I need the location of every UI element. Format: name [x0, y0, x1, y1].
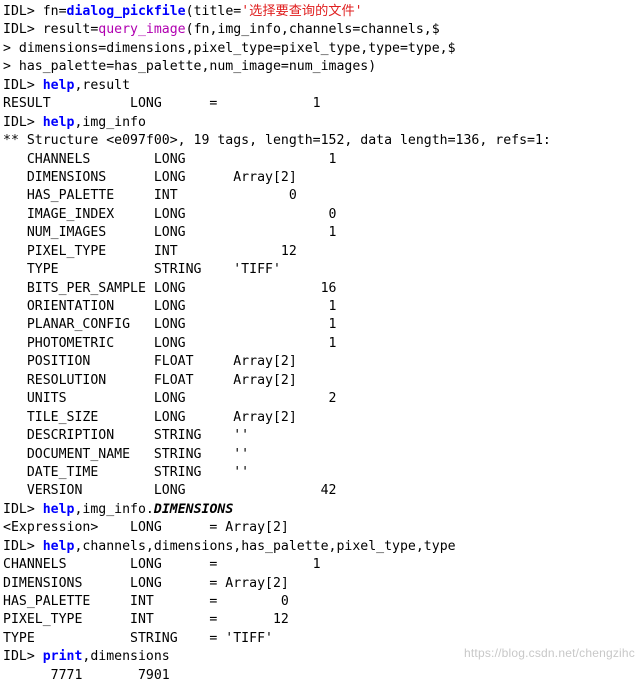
console-text-segment: VERSION LONG 42	[3, 483, 337, 499]
console-text-segment: UNITS LONG 2	[3, 391, 337, 407]
console-text-segment: TYPE STRING 'TIFF'	[3, 262, 281, 278]
console-line: ORIENTATION LONG 1	[0, 298, 641, 316]
console-text-segment: > has_palette=has_palette,num_image=num_…	[3, 59, 377, 75]
console-text-segment: PIXEL_TYPE INT = 12	[3, 612, 289, 628]
console-line: RESOLUTION FLOAT Array[2]	[0, 372, 641, 390]
console-text-segment: NUM_IMAGES LONG 1	[3, 225, 337, 241]
console-line: DIMENSIONS LONG = Array[2]	[0, 575, 641, 593]
console-text-segment: DIMENSIONS	[153, 501, 234, 517]
console-line: DIMENSIONS LONG Array[2]	[0, 169, 641, 187]
console-text-segment: POSITION FLOAT Array[2]	[3, 354, 297, 370]
console-text-segment: IDL>	[3, 4, 43, 19]
console-text-segment: DIMENSIONS LONG Array[2]	[3, 169, 297, 185]
console-text-segment: IDL>	[3, 538, 43, 554]
console-line: HAS_PALETTE INT 0	[0, 187, 641, 205]
console-text-segment: ,result	[74, 77, 131, 93]
console-text-segment: DESCRIPTION STRING ''	[3, 428, 250, 444]
console-text-segment: IDL>	[3, 501, 43, 517]
console-line: POSITION FLOAT Array[2]	[0, 353, 641, 371]
idl-console-output[interactable]: IDL> fn=dialog_pickfile(title='选择要查询的文件'…	[0, 0, 641, 682]
console-text-segment: IDL>	[3, 114, 43, 130]
console-text-segment: 7771 7901	[3, 667, 170, 682]
console-line: > has_palette=has_palette,num_image=num_…	[0, 58, 641, 76]
console-line: TILE_SIZE LONG Array[2]	[0, 409, 641, 427]
console-text-segment: help	[42, 114, 75, 130]
console-text-segment: HAS_PALETTE INT 0	[3, 188, 297, 204]
console-text-segment: BITS_PER_SAMPLE LONG 16	[3, 280, 337, 296]
console-line: ** Structure <e097f00>, 19 tags, length=…	[0, 132, 641, 150]
console-line: VERSION LONG 42	[0, 482, 641, 500]
console-text-segment: ,channels,dimensions,has_palette,pixel_t…	[74, 538, 456, 554]
console-line: PIXEL_TYPE INT = 12	[0, 611, 641, 629]
console-text-segment: > dimensions=dimensions,pixel_type=pixel…	[3, 40, 456, 56]
console-text-segment: query_image	[98, 22, 186, 38]
console-text-segment: result=	[42, 22, 99, 38]
console-text-segment: HAS_PALETTE INT = 0	[3, 594, 289, 609]
console-text-segment: help	[42, 501, 75, 517]
console-line: CHANNELS LONG 1	[0, 151, 641, 169]
console-text-segment: ,dimensions	[82, 649, 170, 665]
console-text-segment: DATE_TIME STRING ''	[3, 464, 250, 480]
console-text-segment: RESOLUTION FLOAT Array[2]	[3, 372, 297, 388]
console-line: TYPE STRING 'TIFF'	[0, 261, 641, 279]
console-text-segment: help	[42, 538, 75, 554]
console-line: DESCRIPTION STRING ''	[0, 427, 641, 445]
console-text-segment: IDL>	[3, 22, 43, 38]
console-line: BITS_PER_SAMPLE LONG 16	[0, 280, 641, 298]
console-line: 7771 7901	[0, 667, 641, 682]
console-text-segment: (title=	[185, 4, 242, 19]
console-text-segment: ** Structure <e097f00>, 19 tags, length=…	[3, 133, 551, 149]
console-text-segment: fn=	[42, 4, 67, 19]
console-text-segment: PLANAR_CONFIG LONG 1	[3, 317, 337, 333]
console-line: DATE_TIME STRING ''	[0, 464, 641, 482]
console-text-segment: PIXEL_TYPE INT 12	[3, 243, 297, 259]
console-text-segment: '选择要查询的文件'	[241, 4, 363, 19]
console-line: IDL> help,img_info	[0, 114, 641, 132]
console-text-segment: RESULT LONG = 1	[3, 96, 321, 112]
console-line: NUM_IMAGES LONG 1	[0, 224, 641, 242]
console-line: PLANAR_CONFIG LONG 1	[0, 316, 641, 334]
console-line: DOCUMENT_NAME STRING ''	[0, 446, 641, 464]
console-text-segment: <Expression> LONG = Array[2]	[3, 520, 289, 536]
console-text-segment: ,img_info.	[74, 501, 154, 517]
console-line: HAS_PALETTE INT = 0	[0, 593, 641, 611]
console-text-segment: IDL>	[3, 649, 43, 665]
console-text-segment: IMAGE_INDEX LONG 0	[3, 206, 337, 222]
console-text-segment: TILE_SIZE LONG Array[2]	[3, 409, 297, 425]
console-line: IDL> help,result	[0, 77, 641, 95]
console-text-segment: dialog_pickfile	[66, 4, 186, 19]
console-line: > dimensions=dimensions,pixel_type=pixel…	[0, 40, 641, 58]
console-line: IDL> fn=dialog_pickfile(title='选择要查询的文件'	[0, 3, 641, 21]
console-line: PIXEL_TYPE INT 12	[0, 243, 641, 261]
console-text-segment: CHANNELS LONG 1	[3, 151, 337, 167]
console-text-segment: DIMENSIONS LONG = Array[2]	[3, 575, 289, 591]
console-text-segment: ORIENTATION LONG 1	[3, 299, 337, 314]
console-line: CHANNELS LONG = 1	[0, 556, 641, 574]
console-text-segment: PHOTOMETRIC LONG 1	[3, 335, 337, 351]
console-text-segment: (fn,img_info,channels=channels,$	[185, 22, 440, 38]
console-text-segment: CHANNELS LONG = 1	[3, 557, 321, 573]
console-text-segment: DOCUMENT_NAME STRING ''	[3, 446, 250, 462]
console-line: UNITS LONG 2	[0, 390, 641, 408]
console-line: PHOTOMETRIC LONG 1	[0, 335, 641, 353]
console-line: IDL> help,img_info.DIMENSIONS	[0, 501, 641, 519]
console-text-segment: IDL>	[3, 77, 43, 93]
console-text-segment: TYPE STRING = 'TIFF'	[3, 630, 273, 646]
console-line: IDL> help,channels,dimensions,has_palett…	[0, 538, 641, 556]
console-line: RESULT LONG = 1	[0, 95, 641, 113]
console-text-segment: help	[42, 77, 75, 93]
watermark: https://blog.csdn.net/chengzihc	[464, 645, 635, 660]
console-text-segment: ,img_info	[74, 114, 146, 130]
console-text-segment: print	[42, 649, 83, 665]
console-line: <Expression> LONG = Array[2]	[0, 519, 641, 537]
console-line: IMAGE_INDEX LONG 0	[0, 206, 641, 224]
console-line: IDL> result=query_image(fn,img_info,chan…	[0, 21, 641, 39]
